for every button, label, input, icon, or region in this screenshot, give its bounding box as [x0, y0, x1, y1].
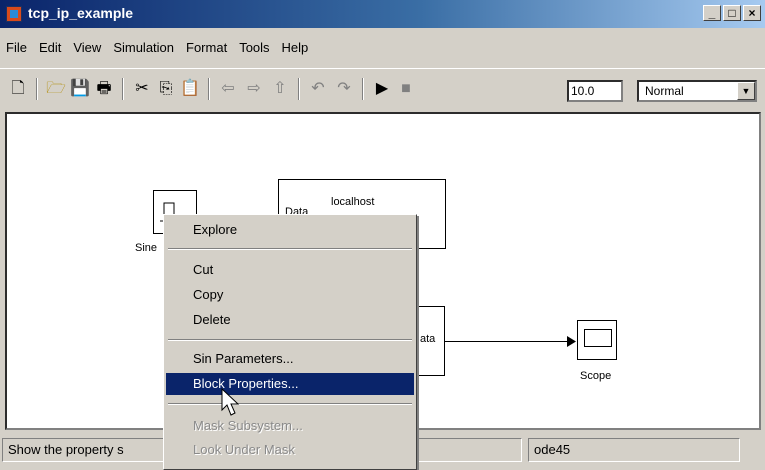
menu-item-block-properties[interactable]: Block Properties... [166, 373, 414, 395]
solver-indicator: ode45 [528, 438, 740, 462]
scope-screen-icon [584, 329, 612, 347]
menu-separator [168, 403, 412, 405]
title-bar[interactable]: tcp_ip_example _ □ × [0, 0, 765, 28]
menu-item-look-under-mask[interactable]: Look Under Mask [166, 439, 414, 461]
menu-item-explore[interactable]: Explore [166, 219, 414, 241]
minimize-button[interactable]: _ [703, 5, 721, 21]
stop-simulation-icon[interactable]: ■ [396, 79, 416, 99]
menu-simulation[interactable]: Simulation [107, 38, 180, 60]
simulink-window: tcp_ip_example _ □ × File Edit View Simu… [0, 0, 765, 470]
menu-format[interactable]: Format [180, 38, 233, 60]
arrowhead-icon [567, 336, 576, 347]
paste-icon[interactable]: 📋 [180, 79, 200, 99]
up-arrow-icon[interactable]: ⇧ [270, 79, 290, 99]
menu-item-delete[interactable]: Delete [166, 309, 414, 331]
toolbar-separator [208, 78, 210, 100]
menu-help[interactable]: Help [276, 38, 315, 60]
menu-item-cut[interactable]: Cut [166, 259, 414, 281]
context-menu: Explore Cut Copy Delete Sin Parameters..… [163, 214, 417, 470]
copy-icon[interactable]: ⎘ [156, 79, 176, 99]
stop-time-input[interactable]: 10.0 [567, 80, 623, 102]
cut-icon[interactable]: ✂ [132, 79, 152, 99]
scope-block-label: Scope [580, 370, 612, 382]
mouse-cursor-icon [221, 388, 240, 416]
menu-item-copy[interactable]: Copy [166, 284, 414, 306]
print-icon[interactable]: 🖶 [94, 79, 114, 99]
sine-block-label: Sine [135, 242, 158, 254]
open-folder-icon[interactable]: 🗁 [46, 79, 66, 99]
send-host-label: localhost [331, 196, 375, 208]
menu-view[interactable]: View [67, 38, 107, 60]
scope-block[interactable] [577, 320, 617, 360]
chevron-down-icon[interactable]: ▼ [737, 82, 755, 100]
simulation-mode-value: Normal [645, 84, 684, 98]
menu-tools[interactable]: Tools [233, 38, 275, 60]
forward-arrow-icon[interactable]: ⇨ [244, 79, 264, 99]
menu-item-sin-parameters[interactable]: Sin Parameters... [166, 348, 414, 370]
menu-edit[interactable]: Edit [33, 38, 67, 60]
menu-bar: File Edit View Simulation Format Tools H… [0, 38, 314, 60]
window-title: tcp_ip_example [28, 5, 134, 21]
menu-item-mask-subsystem[interactable]: Mask Subsystem... [166, 415, 414, 437]
toolbar-separator [298, 78, 300, 100]
maximize-button[interactable]: □ [723, 5, 741, 21]
signal-line[interactable] [445, 341, 575, 342]
simulink-model-icon [6, 6, 22, 22]
toolbar-separator [362, 78, 364, 100]
toolbar-separator [122, 78, 124, 100]
redo-icon[interactable]: ↷ [334, 79, 354, 99]
undo-icon[interactable]: ↶ [308, 79, 328, 99]
menu-separator [168, 339, 412, 341]
new-model-icon[interactable]: 🗋 [8, 79, 28, 99]
back-arrow-icon[interactable]: ⇦ [218, 79, 238, 99]
simulation-mode-select[interactable]: Normal ▼ [637, 80, 757, 102]
receive-port-label: ata [420, 333, 436, 345]
menu-separator [168, 248, 412, 250]
close-button[interactable]: × [743, 5, 761, 21]
toolbar-separator [36, 78, 38, 100]
start-simulation-icon[interactable]: ▶ [372, 79, 392, 99]
menu-file[interactable]: File [0, 38, 33, 60]
save-icon[interactable]: 💾 [70, 79, 90, 99]
